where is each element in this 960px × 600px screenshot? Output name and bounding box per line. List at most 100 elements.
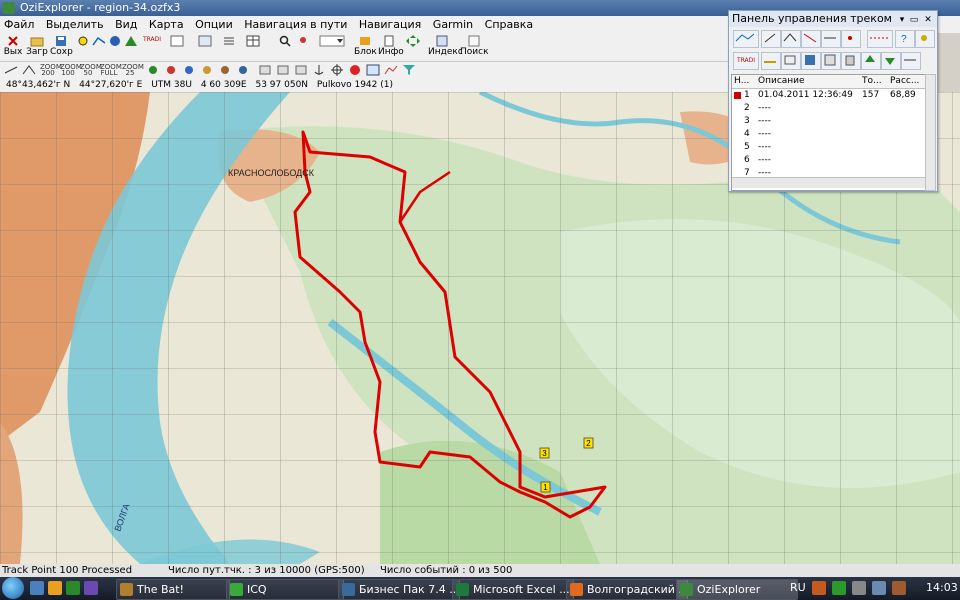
col-points[interactable]: То... [862,75,882,88]
name-button-3[interactable] [294,64,308,76]
menu-select[interactable]: Выделить [42,16,108,33]
task-browser[interactable]: Волгоградский ... [566,579,688,600]
panel-btn-9[interactable] [781,52,801,70]
panel-pin-icon[interactable]: ▭ [909,15,919,25]
menu-moving-navigation[interactable]: Навигация в пути [240,16,351,33]
menu-help[interactable]: Справка [481,16,537,33]
task-excel[interactable]: Microsoft Excel ... [452,579,574,600]
menu-view[interactable]: Вид [111,16,141,33]
vertical-scrollbar[interactable] [925,74,936,191]
gps-button-5[interactable] [218,64,232,76]
waypoint-3[interactable]: 3 [539,447,550,459]
measure-button[interactable] [22,64,36,76]
route-button[interactable] [92,35,106,59]
table-row[interactable]: 6 ---- [732,154,926,167]
toolbar-tool-1[interactable] [168,35,186,59]
panel-show-button[interactable] [733,30,759,48]
col-distance[interactable]: Расс... [890,75,919,88]
quicklaunch-app-icon[interactable] [66,581,80,595]
quicklaunch-app2-icon[interactable] [84,581,98,595]
stop-button[interactable] [348,64,362,76]
panel-dropdown-icon[interactable]: ▾ [897,15,907,25]
toolbar-tool-2[interactable] [196,35,214,59]
panel-btn-12[interactable] [841,52,861,70]
anchor-button[interactable] [312,64,326,76]
gps-button-2[interactable] [164,64,178,76]
table-row[interactable]: 3 ---- [732,115,926,128]
event-button[interactable] [124,35,138,59]
profile-button[interactable] [384,64,398,76]
gps-button-6[interactable] [236,64,250,76]
move-button[interactable] [402,35,424,59]
info-button[interactable]: Инфо [378,35,404,59]
waypoint-1[interactable]: 1 [540,481,551,493]
menu-garmin[interactable]: Garmin [429,16,477,33]
panel-btn-5[interactable] [841,30,861,48]
panel-btn-4[interactable] [821,30,841,48]
start-button[interactable] [2,577,24,599]
panel-btn-3[interactable] [801,30,821,48]
col-number[interactable]: Н... [734,75,749,88]
zoom-200-button[interactable]: ZOOM 200 [40,64,62,77]
panel-btn-11[interactable] [821,52,841,70]
panel-btn-1[interactable] [761,30,781,48]
menu-navigation[interactable]: Навигация [355,16,425,33]
tray-browser-icon[interactable] [812,581,826,595]
image-button[interactable] [366,64,380,76]
zoom-25-button[interactable]: ZOOM 25 [122,64,144,77]
panel-btn-13[interactable] [901,52,921,70]
toolbar-tool-4[interactable] [244,35,262,59]
filter-button[interactable] [402,64,416,76]
table-row[interactable]: 5 ---- [732,141,926,154]
search-button[interactable]: Поиск [460,35,489,59]
tradi-button[interactable]: TRADI [140,35,164,59]
gps-button-4[interactable] [200,64,214,76]
track-list[interactable]: Н... Описание То... Расс... 1 01.04.2011… [731,74,927,191]
panel-help-button[interactable]: ? [895,30,915,48]
gps-button-3[interactable] [182,64,196,76]
zoom-button[interactable] [278,35,292,59]
language-indicator[interactable]: RU [790,581,806,594]
toolbar-tool-3[interactable] [220,35,238,59]
menu-map[interactable]: Карта [145,16,188,33]
panel-down-button[interactable] [881,52,901,70]
task-ozi-explorer[interactable]: OziExplorer [676,579,798,600]
track-button[interactable] [108,35,122,59]
panel-btn-8[interactable] [761,52,781,70]
name-button-1[interactable] [258,64,272,76]
task-icq[interactable]: ICQ [226,579,344,600]
task-the-bat[interactable]: The Bat! [116,579,230,600]
tray-volume-icon[interactable] [872,581,886,595]
pan-button[interactable] [296,35,310,59]
zoom-dropdown[interactable] [318,35,346,59]
table-row[interactable]: 1 01.04.2011 12:36:49 157 68,89 [732,89,926,102]
tray-network-icon[interactable] [852,581,866,595]
zoom-50-button[interactable]: ZOOM 50 [80,64,102,77]
quicklaunch-explorer-icon[interactable] [48,581,62,595]
waypoint-2[interactable]: 2 [583,437,594,449]
table-row[interactable]: 4 ---- [732,128,926,141]
tray-app-icon[interactable] [892,581,906,595]
panel-btn-10[interactable] [801,52,821,70]
save-button[interactable]: Сохр [50,35,73,59]
panel-up-button[interactable] [861,52,881,70]
col-description[interactable]: Описание [758,75,805,88]
name-button-2[interactable] [276,64,290,76]
task-business-pack[interactable]: Бизнес Пак 7.4 ... [338,579,460,600]
zoom-full-button[interactable]: ZOOM FULL [100,64,122,77]
panel-tradi-button[interactable]: TRADI [733,52,759,70]
panel-btn-2[interactable] [781,30,801,48]
waypoint-button[interactable] [76,35,90,59]
index-button[interactable]: Индекс [428,35,463,59]
gps-button-1[interactable] [146,64,160,76]
quicklaunch-desktop-icon[interactable] [30,581,44,595]
load-button[interactable]: Загр [26,35,48,59]
block-button[interactable]: Блок [354,35,377,59]
tray-icq-icon[interactable] [832,581,846,595]
panel-btn-7[interactable] [915,30,935,48]
ruler-button[interactable] [4,64,18,76]
clock[interactable]: 14:03 [926,581,958,594]
menu-file[interactable]: Файл [0,16,38,33]
exit-button[interactable]: Вых [2,35,24,59]
target-button[interactable] [330,64,344,76]
